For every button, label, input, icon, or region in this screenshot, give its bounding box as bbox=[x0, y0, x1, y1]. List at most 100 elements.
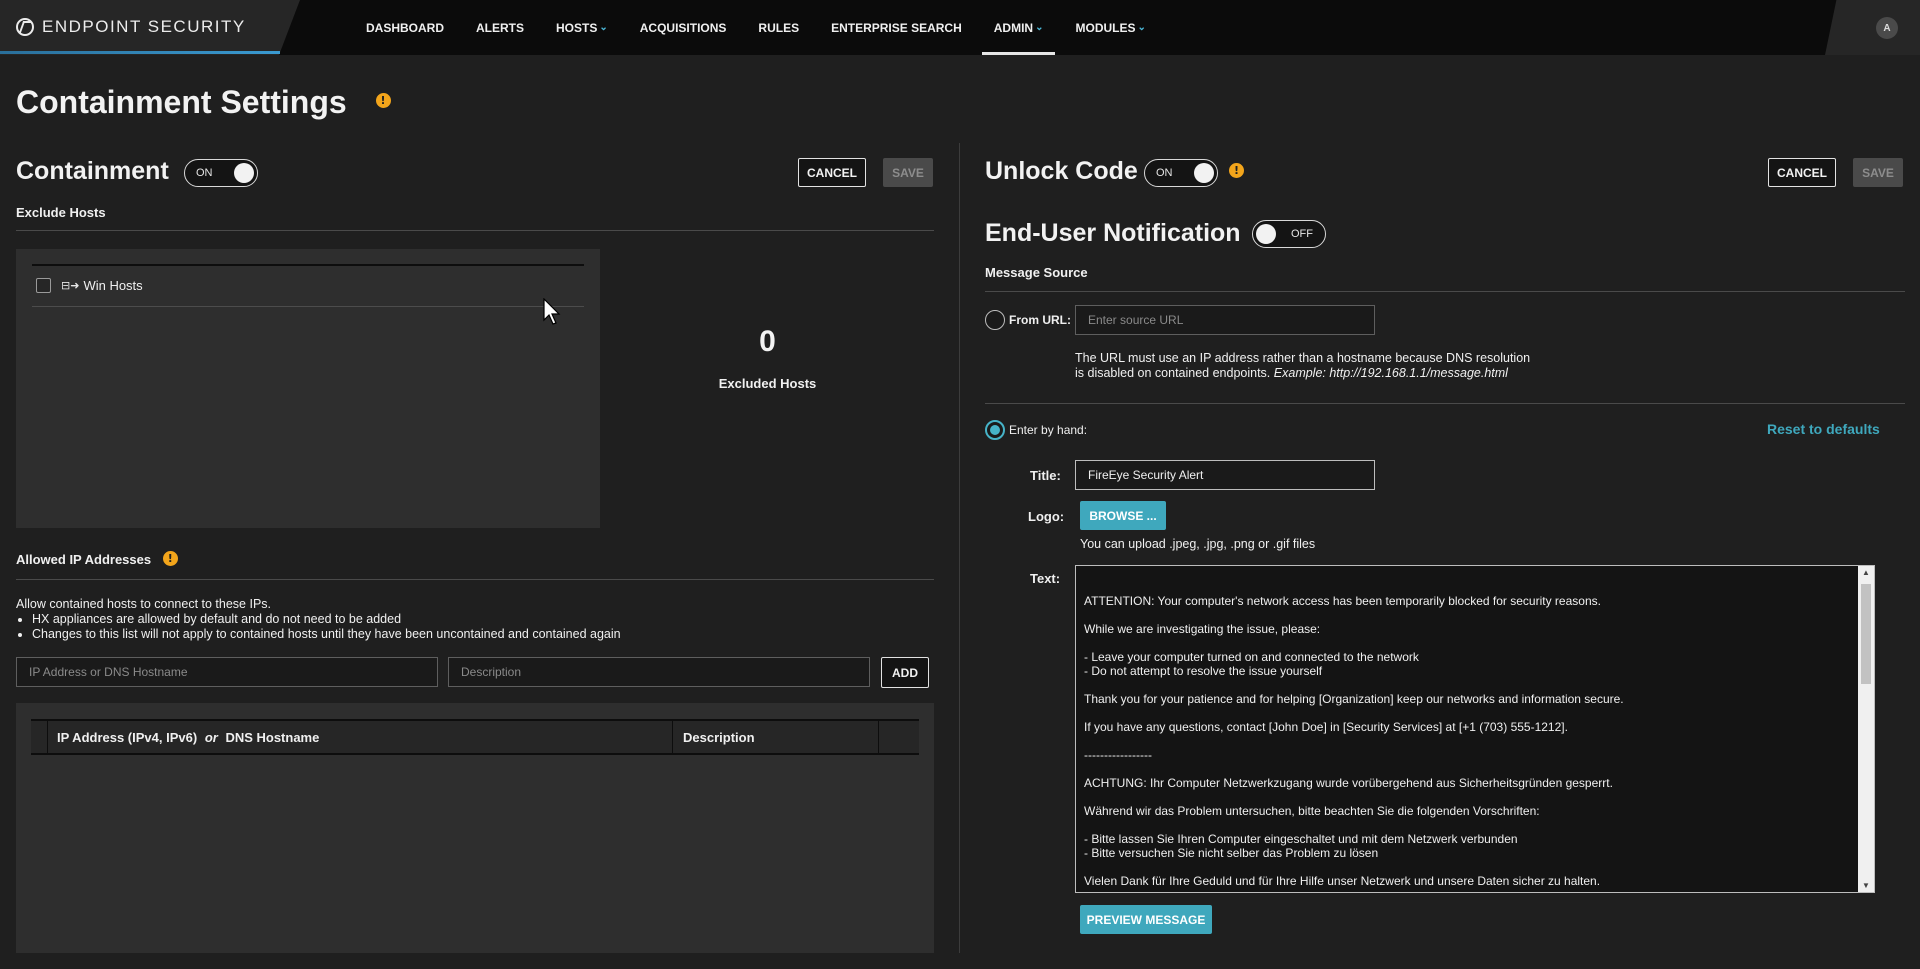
enter-by-hand-radio[interactable] bbox=[985, 420, 1005, 440]
ip-table-header-bottom bbox=[31, 753, 919, 755]
allowed-ips-notes: HX appliances are allowed by default and… bbox=[32, 612, 621, 642]
nav-item-label: DASHBOARD bbox=[366, 20, 444, 35]
allowed-ips-divider bbox=[16, 579, 934, 580]
col-separator bbox=[47, 721, 48, 753]
col-separator bbox=[878, 721, 879, 753]
chevron-down-icon: ⌄ bbox=[1035, 22, 1044, 33]
top-navbar: ENDPOINT SECURITY DASHBOARD ALERTS HOSTS ⌄ A… bbox=[0, 0, 1920, 55]
column-header-or: or bbox=[204, 730, 218, 745]
url-section-divider bbox=[985, 403, 1905, 404]
note-item: HX appliances are allowed by default and… bbox=[32, 612, 621, 627]
url-note-line: is disabled on contained endpoints. bbox=[1075, 366, 1271, 380]
user-area bbox=[1825, 0, 1920, 55]
unlock-code-title: Unlock Code bbox=[985, 157, 1138, 185]
ip-table: IP Address (IPv4, IPv6) or DNS Hostname … bbox=[16, 703, 934, 953]
warning-icon[interactable]: ! bbox=[162, 551, 178, 566]
nav-item-label: ADMIN bbox=[993, 20, 1034, 35]
exclude-hosts-divider bbox=[16, 230, 934, 231]
message-paragraph: Thank you for your patience and for help… bbox=[1084, 692, 1624, 706]
toggle-label: ON bbox=[196, 167, 213, 179]
toggle-knob bbox=[234, 163, 254, 183]
message-source-divider bbox=[985, 291, 1905, 292]
fireeye-logo-icon bbox=[16, 18, 34, 36]
logo-field-label: Logo: bbox=[1028, 509, 1065, 524]
add-ip-button[interactable]: ADD bbox=[881, 657, 929, 688]
nav-item-label: RULES bbox=[758, 20, 800, 35]
warning-icon[interactable]: ! bbox=[375, 93, 391, 109]
ip-address-input[interactable]: IP Address or DNS Hostname bbox=[16, 657, 438, 687]
message-paragraph: Während wir das Problem untersuchen, bit… bbox=[1084, 804, 1540, 818]
message-paragraph: - Bitte lassen Sie Ihren Computer einges… bbox=[1084, 832, 1518, 860]
avatar[interactable]: A bbox=[1876, 17, 1898, 39]
upload-note: You can upload .jpeg, .jpg, .png or .gif… bbox=[1080, 537, 1316, 551]
unlock-code-toggle[interactable]: ON bbox=[1144, 159, 1218, 187]
reset-to-defaults-link[interactable]: Reset to defaults bbox=[1767, 421, 1880, 437]
containment-toggle[interactable]: ON bbox=[184, 159, 258, 187]
page-title-text: Containment Settings bbox=[16, 84, 347, 120]
column-header-description[interactable]: Description bbox=[683, 730, 755, 745]
page-title: Containment Settings ! bbox=[16, 84, 391, 121]
host-list-panel: ⊟➜ Win Hosts bbox=[16, 249, 600, 528]
nav-item-acquisitions[interactable]: ACQUISITIONS bbox=[624, 0, 743, 55]
nav-item-hosts[interactable]: HOSTS ⌄ bbox=[540, 0, 624, 55]
message-paragraph: ----------------- bbox=[1084, 748, 1152, 762]
message-paragraph: If you have any questions, contact [John… bbox=[1084, 720, 1568, 734]
scrollbar[interactable]: ▲ ▼ bbox=[1858, 566, 1874, 892]
nav-item-label: MODULES bbox=[1075, 20, 1136, 35]
nav-item-label: ENTERPRISE SEARCH bbox=[831, 20, 962, 35]
nav-item-admin[interactable]: ADMIN ⌄ bbox=[978, 0, 1060, 55]
nav-item-enterprise-search[interactable]: ENTERPRISE SEARCH bbox=[815, 0, 978, 55]
host-list-item[interactable]: ⊟➜ Win Hosts bbox=[36, 278, 143, 293]
main-nav: DASHBOARD ALERTS HOSTS ⌄ ACQUISITIONS RULES EN… bbox=[350, 0, 1162, 55]
url-note: The URL must use an IP address rather th… bbox=[1075, 351, 1530, 381]
host-name: Win Hosts bbox=[83, 278, 143, 293]
unlock-cancel-button[interactable]: CANCEL bbox=[1768, 158, 1836, 187]
from-url-radio[interactable] bbox=[985, 310, 1005, 330]
enter-by-hand-label: Enter by hand: bbox=[1009, 423, 1088, 437]
scrollbar-thumb[interactable] bbox=[1861, 584, 1871, 684]
brand-underline bbox=[0, 51, 280, 54]
host-group-icon: ⊟➜ bbox=[61, 279, 80, 292]
col-separator bbox=[672, 721, 673, 753]
containment-title: Containment bbox=[16, 157, 169, 185]
mouse-pointer-icon bbox=[543, 298, 561, 325]
message-text-content: ATTENTION: Your computer's network acces… bbox=[1076, 566, 1874, 888]
allowed-ips-title-text: Allowed IP Addresses bbox=[16, 552, 152, 567]
toggle-knob bbox=[1194, 163, 1214, 183]
source-url-input[interactable]: Enter source URL bbox=[1075, 305, 1375, 335]
message-paragraph: ATTENTION: Your computer's network acces… bbox=[1084, 594, 1601, 608]
excluded-count: 0 bbox=[759, 325, 776, 358]
title-field-label: Title: bbox=[1030, 468, 1061, 483]
scroll-down-arrow-icon[interactable]: ▼ bbox=[1861, 881, 1871, 890]
allowed-ips-title: Allowed IP Addresses ! bbox=[16, 551, 178, 568]
nav-item-modules[interactable]: MODULES ⌄ bbox=[1059, 0, 1161, 55]
scroll-up-arrow-icon[interactable]: ▲ bbox=[1861, 568, 1871, 577]
preview-message-button[interactable]: PREVIEW MESSAGE bbox=[1080, 905, 1212, 934]
nav-item-dashboard[interactable]: DASHBOARD bbox=[350, 0, 460, 55]
message-paragraph: Vielen Dank für Ihre Geduld und für Ihre… bbox=[1084, 874, 1601, 888]
containment-save-button: SAVE bbox=[883, 158, 933, 187]
message-text-area[interactable]: ATTENTION: Your computer's network acces… bbox=[1075, 565, 1875, 893]
url-note-line: The URL must use an IP address rather th… bbox=[1075, 351, 1531, 365]
containment-cancel-button[interactable]: CANCEL bbox=[798, 158, 866, 187]
nav-item-rules[interactable]: RULES bbox=[742, 0, 815, 55]
host-checkbox[interactable] bbox=[36, 278, 51, 293]
nav-item-alerts[interactable]: ALERTS bbox=[460, 0, 540, 55]
brand-name: ENDPOINT SECURITY bbox=[42, 17, 246, 36]
notification-toggle[interactable]: OFF bbox=[1252, 220, 1326, 248]
url-note-example: Example: http://192.168.1.1/message.html bbox=[1273, 366, 1508, 380]
toggle-label: OFF bbox=[1291, 228, 1313, 240]
nav-item-label: ACQUISITIONS bbox=[639, 20, 727, 35]
browse-button[interactable]: BROWSE ... bbox=[1080, 501, 1166, 530]
excluded-hosts-label: Excluded Hosts bbox=[718, 376, 817, 391]
column-divider bbox=[959, 143, 960, 953]
warning-icon[interactable]: ! bbox=[1229, 163, 1244, 178]
message-title-input[interactable]: FireEye Security Alert bbox=[1075, 460, 1375, 490]
text-field-label: Text: bbox=[1030, 571, 1061, 586]
brand-logo-link[interactable]: ENDPOINT SECURITY bbox=[16, 16, 246, 38]
column-header-ip[interactable]: IP Address (IPv4, IPv6) or DNS Hostname bbox=[57, 730, 319, 745]
allowed-ips-intro: Allow contained hosts to connect to thes… bbox=[16, 597, 272, 611]
description-input[interactable]: Description bbox=[448, 657, 870, 687]
from-url-label: From URL: bbox=[1009, 313, 1071, 327]
message-paragraph: ACHTUNG: Ihr Computer Netzwerkzugang wur… bbox=[1084, 776, 1613, 790]
